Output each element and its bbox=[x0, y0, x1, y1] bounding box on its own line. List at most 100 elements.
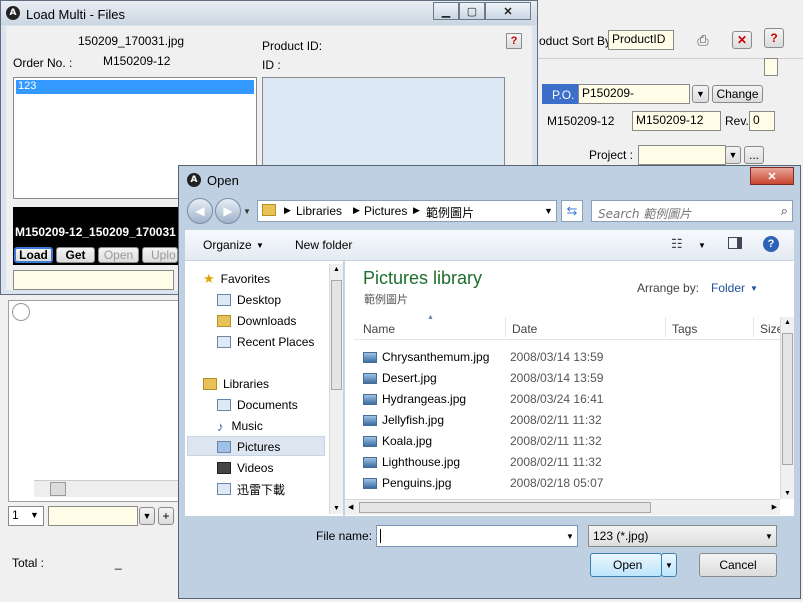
open-dialog: A Open ✕ ◀ ▶ ▼ ▶ Libraries ▶ Pictures ▶ … bbox=[178, 165, 801, 599]
content-scroll-down-icon[interactable]: ▼ bbox=[784, 490, 791, 497]
filename-input[interactable] bbox=[376, 525, 578, 547]
filetype-dropdown-icon[interactable]: ▼ bbox=[765, 532, 773, 541]
close-button-loadmulti[interactable]: ✕ bbox=[485, 2, 531, 20]
forward-button[interactable]: ▶ bbox=[215, 198, 241, 224]
project-browse-button[interactable]: ... bbox=[744, 146, 764, 164]
page-dropdown-icon[interactable]: ▼ bbox=[30, 510, 39, 520]
new-folder-button[interactable]: New folder bbox=[295, 238, 352, 252]
filename-dropdown-icon[interactable]: ▼ bbox=[566, 532, 574, 541]
small-yellow-box[interactable] bbox=[764, 58, 778, 76]
content-hscroll-thumb[interactable] bbox=[359, 502, 651, 513]
breadcrumb-libraries[interactable]: Libraries bbox=[296, 204, 342, 218]
order-field-2[interactable]: M150209-12 bbox=[632, 111, 721, 131]
refresh-button[interactable]: ⇆ bbox=[561, 200, 583, 222]
arrange-dropdown-icon[interactable]: ▼ bbox=[750, 284, 758, 293]
preview-box bbox=[262, 77, 505, 167]
file-row-desert[interactable]: Desert.jpg 2008/03/14 13:59 bbox=[363, 368, 603, 388]
print-icon[interactable]: ⎙ bbox=[692, 30, 714, 50]
file-row-penguins[interactable]: Penguins.jpg 2008/02/18 05:07 bbox=[363, 473, 603, 493]
rev-field[interactable]: 0 bbox=[749, 111, 775, 131]
file-row-lighthouse[interactable]: Lighthouse.jpg 2008/02/11 11:32 bbox=[363, 452, 602, 472]
star-icon: ★ bbox=[203, 271, 215, 286]
close-button-open[interactable]: ✕ bbox=[750, 167, 794, 185]
organize-button[interactable]: Organize bbox=[203, 238, 252, 252]
project-field[interactable] bbox=[638, 145, 726, 165]
image-file-icon bbox=[363, 372, 377, 384]
po-field[interactable]: P150209- bbox=[578, 84, 690, 104]
open-button[interactable]: Open bbox=[590, 553, 662, 577]
content-scroll-left-icon[interactable]: ◀ bbox=[348, 503, 353, 511]
plus-button[interactable]: + bbox=[158, 507, 174, 525]
grid-hscroll-thumb[interactable] bbox=[50, 482, 66, 496]
back-button[interactable]: ◀ bbox=[187, 198, 213, 224]
open-button-loadmulti[interactable]: Open bbox=[98, 247, 139, 263]
view-dropdown-icon[interactable]: ▼ bbox=[698, 241, 706, 250]
nav-music[interactable]: ♪ Music bbox=[217, 416, 263, 436]
column-name[interactable]: Name bbox=[363, 322, 395, 336]
content-scroll-right-icon[interactable]: ▶ bbox=[772, 503, 777, 511]
help-button-loadmulti[interactable]: ? bbox=[506, 33, 522, 49]
column-sep[interactable] bbox=[753, 317, 754, 337]
filter-field[interactable] bbox=[48, 506, 138, 526]
column-tags[interactable]: Tags bbox=[672, 322, 697, 336]
column-sep[interactable] bbox=[665, 317, 666, 337]
open-dropdown-button[interactable]: ▼ bbox=[661, 553, 677, 577]
address-dropdown-icon[interactable]: ▼ bbox=[544, 206, 553, 216]
preview-pane-icon[interactable] bbox=[728, 237, 742, 249]
arrange-by-label: Arrange by: bbox=[637, 281, 700, 295]
nav-recent-places[interactable]: Recent Places bbox=[217, 332, 314, 352]
view-options-icon[interactable]: ☷ bbox=[671, 236, 683, 252]
address-bar[interactable]: ▶ Libraries ▶ Pictures ▶ 範例圖片 ▼ bbox=[257, 200, 557, 222]
project-dropdown-button[interactable]: ▼ bbox=[725, 146, 741, 164]
order-value: M150209-12 bbox=[103, 54, 171, 68]
breadcrumb-pictures[interactable]: Pictures bbox=[364, 204, 407, 218]
search-box[interactable]: Search 範例圖片 ⌕ bbox=[591, 200, 793, 222]
nav-favorites[interactable]: ★ Favorites bbox=[203, 269, 270, 289]
file-row-koala[interactable]: Koala.jpg 2008/02/11 11:32 bbox=[363, 431, 602, 451]
content-scroll-up-icon[interactable]: ▲ bbox=[784, 319, 791, 326]
filetype-select[interactable]: 123 (*.jpg) bbox=[588, 525, 777, 547]
column-date[interactable]: Date bbox=[512, 322, 537, 336]
file-list-item[interactable]: 123 bbox=[16, 80, 254, 94]
get-button[interactable]: Get bbox=[56, 247, 95, 263]
nav-scroll-up-icon[interactable]: ▲ bbox=[333, 266, 340, 273]
column-header-row bbox=[354, 317, 780, 340]
breadcrumb-sample[interactable]: 範例圖片 bbox=[426, 204, 474, 221]
file-row-hydrangeas[interactable]: Hydrangeas.jpg 2008/03/24 16:41 bbox=[363, 389, 603, 409]
column-sep[interactable] bbox=[505, 317, 506, 337]
nav-libraries[interactable]: Libraries bbox=[203, 374, 269, 394]
close-red-button[interactable]: ✕ bbox=[732, 31, 752, 49]
upload-button[interactable]: Uplo bbox=[142, 247, 178, 263]
content-vscrollbar[interactable]: ▲ ▼ bbox=[780, 317, 794, 499]
minimize-button[interactable]: ▁ bbox=[433, 2, 459, 20]
help-button-main[interactable]: ? bbox=[764, 28, 784, 48]
nav-thunder-downloads[interactable]: 迅雷下載 bbox=[217, 479, 285, 499]
search-icon[interactable]: ⌕ bbox=[781, 203, 788, 219]
nav-desktop[interactable]: Desktop bbox=[217, 290, 281, 310]
content-vscroll-thumb[interactable] bbox=[782, 333, 793, 465]
nav-scroll-thumb[interactable] bbox=[331, 280, 342, 390]
sort-field[interactable]: ProductID bbox=[608, 30, 674, 50]
load-button[interactable]: Load bbox=[14, 247, 53, 263]
file-row-jellyfish[interactable]: Jellyfish.jpg 2008/02/11 11:32 bbox=[363, 410, 602, 430]
nav-pictures[interactable]: Pictures bbox=[217, 437, 280, 457]
nav-downloads[interactable]: Downloads bbox=[217, 311, 296, 331]
nav-scrollbar[interactable]: ▲ ▼ bbox=[329, 264, 343, 514]
content-hscrollbar[interactable]: ◀ ▶ bbox=[345, 499, 780, 515]
nav-videos[interactable]: Videos bbox=[217, 458, 273, 478]
navigation-pane: ★ Favorites Desktop Downloads Recent Plac… bbox=[185, 261, 343, 516]
po-dropdown-button[interactable]: ▼ bbox=[692, 85, 709, 103]
status-field[interactable] bbox=[13, 270, 174, 290]
filter-dropdown-button[interactable]: ▼ bbox=[139, 507, 155, 525]
arrange-by-dropdown[interactable]: Folder bbox=[711, 281, 745, 295]
cancel-button[interactable]: Cancel bbox=[699, 553, 777, 577]
nav-scroll-down-icon[interactable]: ▼ bbox=[333, 505, 340, 512]
total-value: _ bbox=[115, 556, 122, 570]
history-dropdown-icon[interactable]: ▼ bbox=[243, 207, 251, 216]
maximize-button[interactable]: ▢ bbox=[459, 2, 485, 20]
help-icon[interactable]: ? bbox=[763, 236, 779, 252]
file-row-chrysanthemum[interactable]: Chrysanthemum.jpg 2008/03/14 13:59 bbox=[363, 347, 603, 367]
nav-documents[interactable]: Documents bbox=[217, 395, 298, 415]
desktop-icon bbox=[217, 294, 231, 306]
change-button[interactable]: Change bbox=[712, 85, 763, 103]
